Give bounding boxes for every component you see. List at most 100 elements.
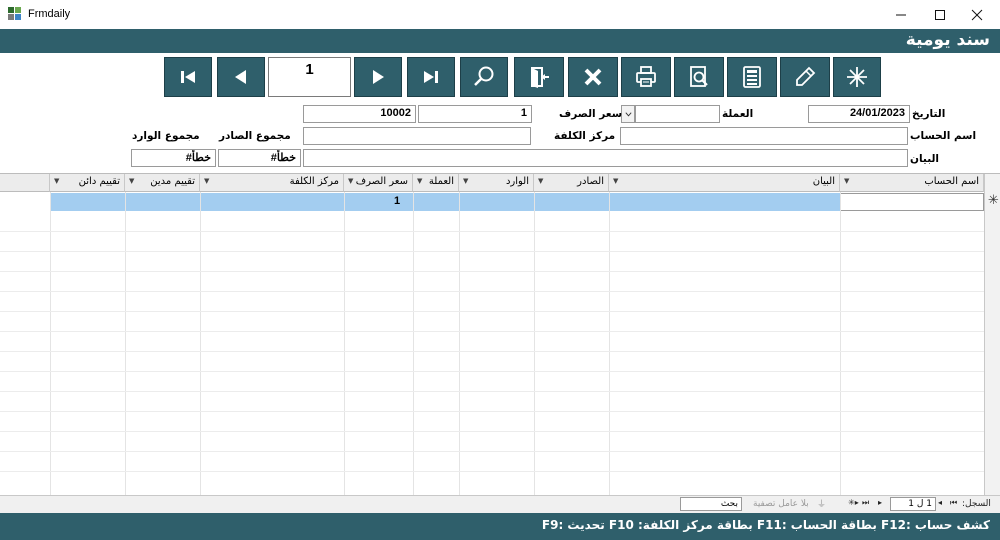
- first-record-button[interactable]: [164, 57, 212, 97]
- column-header-exchange-rate[interactable]: سعر الصرف ▼: [344, 174, 413, 192]
- grid-line: [125, 192, 126, 495]
- nav-first-icon[interactable]: ⏮: [950, 498, 957, 508]
- sort-dropdown-icon[interactable]: ▼: [613, 177, 618, 185]
- currency-select[interactable]: [635, 105, 720, 123]
- previous-record-button[interactable]: [217, 57, 265, 97]
- journal-grid[interactable]: اسم الحساب ▼ البيان ▼ الصادر ▼ الوارد ▼ العم…: [0, 173, 1000, 496]
- calculator-button[interactable]: [727, 57, 777, 97]
- filter-status[interactable]: بلا عامل تصفية: [753, 499, 809, 509]
- currency-dropdown-button[interactable]: [621, 105, 635, 123]
- total-incoming-field: #خطأ: [131, 149, 216, 167]
- account-name-field[interactable]: [620, 127, 908, 145]
- play-left-icon: [235, 70, 246, 84]
- next-record-button[interactable]: [354, 57, 402, 97]
- document-number-field[interactable]: 10002: [303, 105, 416, 123]
- column-header-label: سعر الصرف: [355, 176, 408, 187]
- description-label: البيان: [910, 153, 940, 165]
- window-title: Frmdaily: [28, 8, 71, 20]
- sort-dropdown-icon[interactable]: ▼: [348, 177, 353, 185]
- x-icon: [584, 68, 602, 86]
- column-header-debit-valuation[interactable]: تقييم مدين ▼: [125, 174, 200, 192]
- grid-line: [0, 451, 984, 452]
- total-outgoing-label: مجموع الصادر: [219, 130, 291, 142]
- delete-button[interactable]: [568, 57, 618, 97]
- nav-next-icon[interactable]: ▸: [878, 498, 882, 507]
- grid-line: [0, 351, 984, 352]
- sort-dropdown-icon[interactable]: ▼: [463, 177, 468, 185]
- asterisk-icon: [847, 67, 867, 87]
- column-header-currency[interactable]: العملة ▼: [413, 174, 459, 192]
- account-name-cell-input[interactable]: [840, 193, 984, 211]
- new-button[interactable]: [833, 57, 881, 97]
- search-button[interactable]: [460, 57, 508, 97]
- edit-button[interactable]: [780, 57, 830, 97]
- column-header-outgoing[interactable]: الصادر ▼: [534, 174, 609, 192]
- sort-dropdown-icon[interactable]: ▼: [844, 177, 849, 185]
- printer-icon: [636, 66, 656, 87]
- grid-line: [0, 311, 984, 312]
- sort-dropdown-icon[interactable]: ▼: [538, 177, 543, 185]
- date-field[interactable]: 24/01/2023: [808, 105, 910, 123]
- preview-button[interactable]: [674, 57, 724, 97]
- shortcut-hints: كشف حساب :F12 بطاقة الحساب :F11 بطاقة مر…: [541, 518, 990, 532]
- exchange-rate-cell[interactable]: 1: [394, 195, 400, 207]
- record-number-box[interactable]: 1: [268, 57, 351, 97]
- skip-first-icon: [181, 71, 195, 83]
- grid-line: [50, 192, 51, 495]
- nav-last-icon[interactable]: ⏭: [862, 498, 869, 508]
- nav-prev-icon[interactable]: ◂: [938, 498, 942, 507]
- column-header-label: مركز الكلفة: [289, 176, 339, 187]
- filter-icon: ⏚: [817, 500, 827, 510]
- grid-line: [0, 251, 984, 252]
- grid-line: [459, 192, 460, 495]
- minimize-icon: [896, 14, 906, 15]
- description-field[interactable]: [303, 149, 908, 167]
- print-button[interactable]: [621, 57, 671, 97]
- table-row[interactable]: [50, 193, 840, 211]
- close-button[interactable]: [954, 0, 1000, 29]
- app-icon: [8, 7, 23, 22]
- grid-line: [609, 192, 610, 495]
- grid-line: [0, 291, 984, 292]
- grid-line: [344, 192, 345, 495]
- total-incoming-label: مجموع الوارد: [132, 130, 200, 142]
- column-header-credit-valuation[interactable]: تقييم دائن ▼: [50, 174, 125, 192]
- new-row-asterisk-icon: ✳: [988, 193, 999, 208]
- grid-line: [0, 471, 984, 472]
- row-selector-column[interactable]: ✳: [984, 174, 1000, 496]
- cost-center-field[interactable]: [303, 127, 531, 145]
- column-header-incoming[interactable]: الوارد ▼: [459, 174, 534, 192]
- maximize-icon: [935, 9, 945, 20]
- column-header-account-name[interactable]: اسم الحساب ▼: [840, 174, 984, 192]
- exchange-rate-field[interactable]: 1: [418, 105, 532, 123]
- form-header: سند يومية: [0, 29, 1000, 53]
- chevron-down-icon: [624, 111, 632, 117]
- grid-line: [0, 371, 984, 372]
- preview-icon: [690, 66, 708, 87]
- search-box[interactable]: بحث: [680, 497, 742, 511]
- grid-line: [0, 391, 984, 392]
- sort-dropdown-icon[interactable]: ▼: [417, 177, 422, 185]
- account-name-label: اسم الحساب: [910, 130, 977, 142]
- column-header-label: العملة: [428, 176, 454, 187]
- column-header-description[interactable]: البيان ▼: [609, 174, 840, 192]
- total-outgoing-field: #خطأ: [218, 149, 301, 167]
- column-header-cost-center[interactable]: مركز الكلفة ▼: [200, 174, 344, 192]
- record-navigator: السجل: ⏮ ◂ 1 ل 1 ▸ ⏭ ▸✳ بلا عامل تصفية ⏚…: [0, 495, 1000, 513]
- record-position-input[interactable]: 1 ل 1: [890, 497, 936, 511]
- sort-dropdown-icon[interactable]: ▼: [129, 177, 134, 185]
- nav-new-icon[interactable]: ▸✳: [848, 498, 859, 507]
- close-icon: [971, 9, 983, 20]
- exit-door-icon: [531, 67, 549, 88]
- exchange-rate-label: سعر الصرف: [559, 108, 623, 120]
- sort-dropdown-icon[interactable]: ▼: [54, 177, 59, 185]
- play-right-icon: [373, 70, 384, 84]
- status-bar: كشف حساب :F12 بطاقة الحساب :F11 بطاقة مر…: [0, 513, 1000, 540]
- last-record-button[interactable]: [407, 57, 455, 97]
- exit-button[interactable]: [514, 57, 564, 97]
- pencil-icon: [796, 66, 816, 86]
- currency-label: العملة: [722, 108, 754, 120]
- column-header-label: البيان: [812, 176, 835, 187]
- form-title: سند يومية: [905, 30, 990, 50]
- sort-dropdown-icon[interactable]: ▼: [204, 177, 209, 185]
